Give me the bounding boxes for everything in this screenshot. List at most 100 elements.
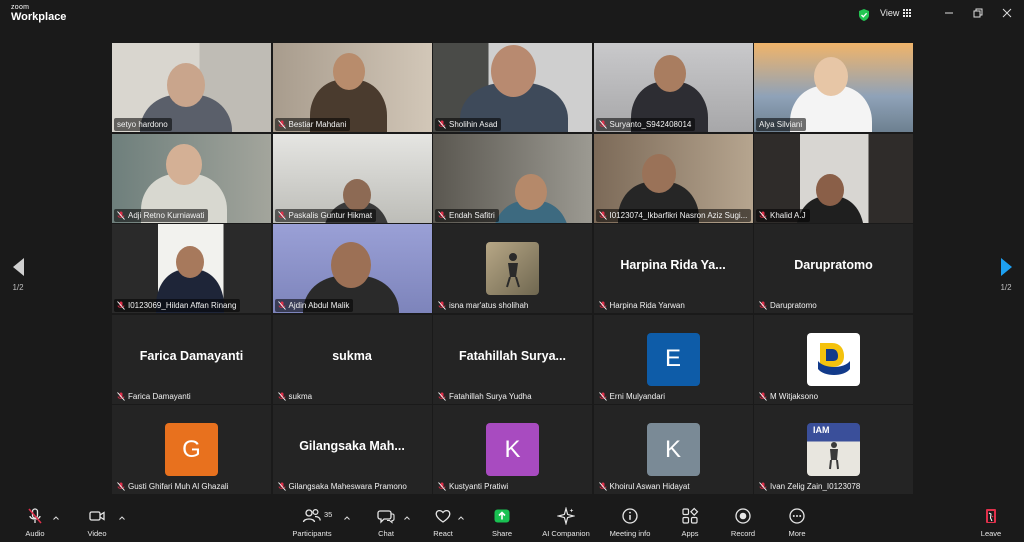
participant-name: Ajdin Abdul Malik bbox=[288, 301, 350, 310]
minimize-icon bbox=[945, 12, 953, 14]
participant-tile[interactable]: Gilangsaka Mah... Gilangsaka Maheswara Pr… bbox=[272, 405, 432, 494]
apps-button[interactable]: Apps bbox=[660, 506, 720, 538]
participants-button[interactable]: Participants bbox=[282, 506, 342, 538]
participant-name-tag: Khoirul Aswan Hidayat bbox=[596, 480, 694, 493]
avatar: IAM bbox=[807, 423, 860, 476]
avatar-letter: K bbox=[664, 435, 681, 463]
participant-name: Farica Damayanti bbox=[128, 391, 191, 401]
participant-tile[interactable]: Endah Safitri bbox=[433, 133, 592, 223]
security-shield-icon[interactable] bbox=[857, 8, 871, 22]
participant-tile[interactable]: Khalid A.J bbox=[754, 133, 913, 223]
mic-muted-icon bbox=[277, 301, 286, 310]
participant-tile[interactable]: Paskalis Guntur Hikmat bbox=[272, 133, 432, 223]
participant-name: Sholihin Asad bbox=[449, 120, 498, 129]
participant-tile[interactable]: Ajdin Abdul Malik bbox=[272, 224, 432, 313]
audio-button[interactable]: Audio bbox=[5, 506, 65, 538]
participants-options-chevron-icon[interactable] bbox=[343, 514, 351, 522]
participant-name-tag: Gusti Ghifari Muh Al Ghazali bbox=[114, 480, 232, 493]
participant-tile[interactable]: M Witjaksono bbox=[754, 314, 913, 404]
mic-muted-icon bbox=[598, 210, 607, 220]
participant-tile[interactable]: E Erni Mulyandari bbox=[593, 314, 753, 404]
mic-muted-icon bbox=[277, 482, 286, 491]
meeting-info-button[interactable]: Meeting info bbox=[600, 506, 660, 538]
participant-name-tag: sukma bbox=[275, 390, 317, 403]
participants-count: 35 bbox=[324, 510, 333, 519]
ai-companion-label: AI Companion bbox=[542, 529, 590, 538]
mic-muted-icon bbox=[438, 482, 446, 491]
participant-name-tag: Alya Silviani bbox=[756, 118, 807, 131]
participant-name: Fatahillah Surya Yudha bbox=[449, 391, 532, 401]
video-options-chevron-icon[interactable] bbox=[118, 514, 126, 522]
participant-tile[interactable]: isna mar'atus sholihah bbox=[433, 224, 592, 313]
chevron-right-icon bbox=[1000, 258, 1012, 276]
participant-tile[interactable]: K Kustyanti Pratiwi bbox=[433, 405, 592, 494]
mic-muted-icon bbox=[598, 391, 607, 401]
participant-name: Alya Silviani bbox=[759, 120, 803, 129]
mic-muted-icon bbox=[277, 391, 286, 401]
participant-tile[interactable]: G Gusti Ghifari Muh Al Ghazali bbox=[112, 405, 271, 494]
participant-tile[interactable]: Sholihin Asad bbox=[433, 43, 592, 132]
participant-tile[interactable]: Farica Damayanti Farica Damayanti bbox=[112, 314, 271, 404]
audio-options-chevron-icon[interactable] bbox=[52, 514, 60, 522]
participant-name: Bestiar Mahdani bbox=[288, 120, 347, 129]
participant-name-tag: Khalid A.J bbox=[756, 208, 810, 222]
participants-icon bbox=[302, 508, 321, 523]
chat-button[interactable]: Chat bbox=[356, 506, 416, 538]
restore-button[interactable] bbox=[971, 6, 985, 20]
participant-name-tag: Erni Mulyandari bbox=[596, 390, 670, 403]
participant-display-name: Harpina Rida Ya... bbox=[620, 258, 726, 272]
participant-tile[interactable]: Alya Silviani bbox=[754, 43, 913, 132]
share-label: Share bbox=[491, 529, 512, 538]
share-button[interactable]: Share bbox=[472, 506, 532, 538]
participant-tile[interactable]: Adji Retno Kurniawati bbox=[112, 133, 271, 223]
person-photo-icon bbox=[505, 252, 520, 287]
mic-muted-icon bbox=[598, 482, 607, 491]
participant-name: Ivan Zelig Zain_I0123078 bbox=[770, 482, 861, 491]
participant-tile[interactable]: setyo hardono bbox=[112, 43, 271, 132]
leave-button[interactable]: Leave bbox=[961, 506, 1021, 538]
react-options-chevron-icon[interactable] bbox=[457, 514, 465, 522]
share-screen-icon bbox=[494, 509, 510, 523]
participant-name-tag: Harpina Rida Yarwan bbox=[596, 299, 689, 312]
participant-tile[interactable]: Suryanto_S942408014 bbox=[593, 43, 753, 132]
react-button[interactable]: React bbox=[413, 506, 473, 538]
participant-tile[interactable]: Fatahillah Surya... Fatahillah Surya Yudh… bbox=[433, 314, 592, 404]
mic-muted-icon bbox=[438, 210, 446, 220]
participant-tile[interactable]: IAM Ivan Zelig Zain_I0123078 bbox=[754, 405, 913, 494]
participant-tile[interactable]: K Khoirul Aswan Hidayat bbox=[593, 405, 753, 494]
apps-icon bbox=[682, 507, 699, 524]
chat-label: Chat bbox=[378, 529, 394, 538]
view-button[interactable]: View bbox=[880, 8, 912, 18]
chat-options-chevron-icon[interactable] bbox=[403, 514, 411, 522]
next-page-button[interactable]: 1/2 bbox=[996, 258, 1016, 292]
more-button[interactable]: More bbox=[767, 506, 827, 538]
chevron-left-icon bbox=[12, 258, 24, 276]
leave-label: Leave bbox=[980, 529, 1002, 538]
participant-tile[interactable]: Darupratomo Darupratomo bbox=[754, 224, 913, 313]
previous-page-button[interactable]: 1/2 bbox=[8, 258, 28, 292]
record-button[interactable]: Record bbox=[713, 506, 773, 538]
participant-name-tag: Farica Damayanti bbox=[114, 390, 195, 403]
participant-tile[interactable]: I0123074_Ikbarfikri Nasron Aziz Sugi... bbox=[593, 133, 753, 223]
participant-tile[interactable]: Harpina Rida Ya... Harpina Rida Yarwan bbox=[593, 224, 753, 313]
mic-muted-icon bbox=[277, 120, 286, 129]
participant-tile[interactable]: sukma sukma bbox=[272, 314, 432, 404]
participant-name: I0123069_Hildan Affan Rinang bbox=[128, 301, 237, 310]
minimize-button[interactable] bbox=[942, 6, 956, 20]
participant-name-tag: Sholihin Asad bbox=[435, 118, 502, 131]
participant-tile[interactable]: I0123069_Hildan Affan Rinang bbox=[112, 224, 271, 313]
participant-name-tag: I0123069_Hildan Affan Rinang bbox=[114, 299, 241, 312]
leave-door-icon bbox=[986, 509, 996, 523]
video-button[interactable]: Video bbox=[67, 506, 127, 538]
close-button[interactable] bbox=[1000, 6, 1014, 20]
mic-muted-icon bbox=[117, 482, 125, 491]
avatar bbox=[486, 242, 539, 295]
page-indicator-right: 1/2 bbox=[1000, 283, 1012, 292]
logo-icon bbox=[817, 343, 850, 375]
avatar bbox=[807, 332, 860, 386]
participant-tile[interactable]: Bestiar Mahdani bbox=[272, 43, 432, 132]
participant-name-tag: Suryanto_S942408014 bbox=[595, 118, 696, 131]
restore-icon bbox=[973, 8, 983, 18]
participant-name: Darupratomo bbox=[770, 301, 817, 310]
ai-companion-button[interactable]: AI Companion bbox=[536, 506, 596, 538]
